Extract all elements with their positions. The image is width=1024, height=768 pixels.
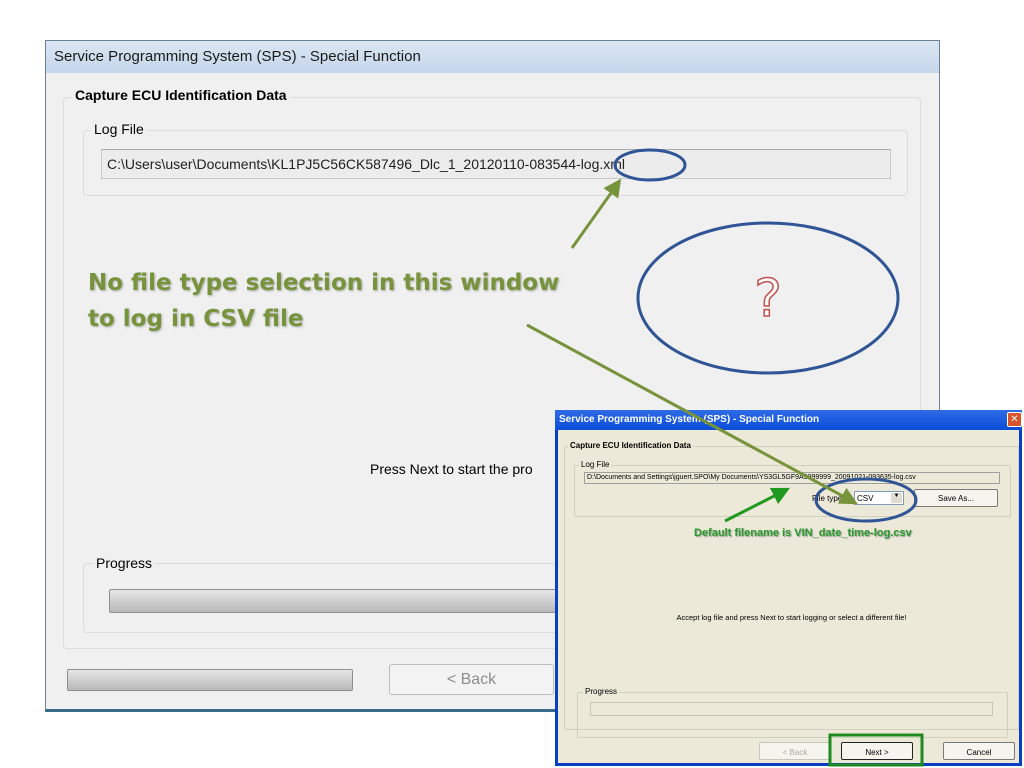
- annotation-note: No file type selection in this window to…: [88, 265, 559, 337]
- default-filename-note: Default filename is VIN_date_time-log.cs…: [694, 527, 912, 539]
- annotation-layer: ?: [526, 148, 924, 767]
- next-button-highlight: [828, 733, 924, 767]
- note-line-2: to log in CSV file: [88, 306, 304, 332]
- question-mark-icon: ?: [754, 269, 782, 329]
- note-line-1: No file type selection in this window: [88, 270, 560, 296]
- highlight-ellipse-xml: [613, 148, 687, 182]
- arrow-to-xml: [570, 178, 622, 249]
- highlight-ellipse-file-type: [814, 477, 918, 523]
- arrow-to-file-type: [526, 323, 858, 505]
- arrow-to-filename: [724, 487, 791, 523]
